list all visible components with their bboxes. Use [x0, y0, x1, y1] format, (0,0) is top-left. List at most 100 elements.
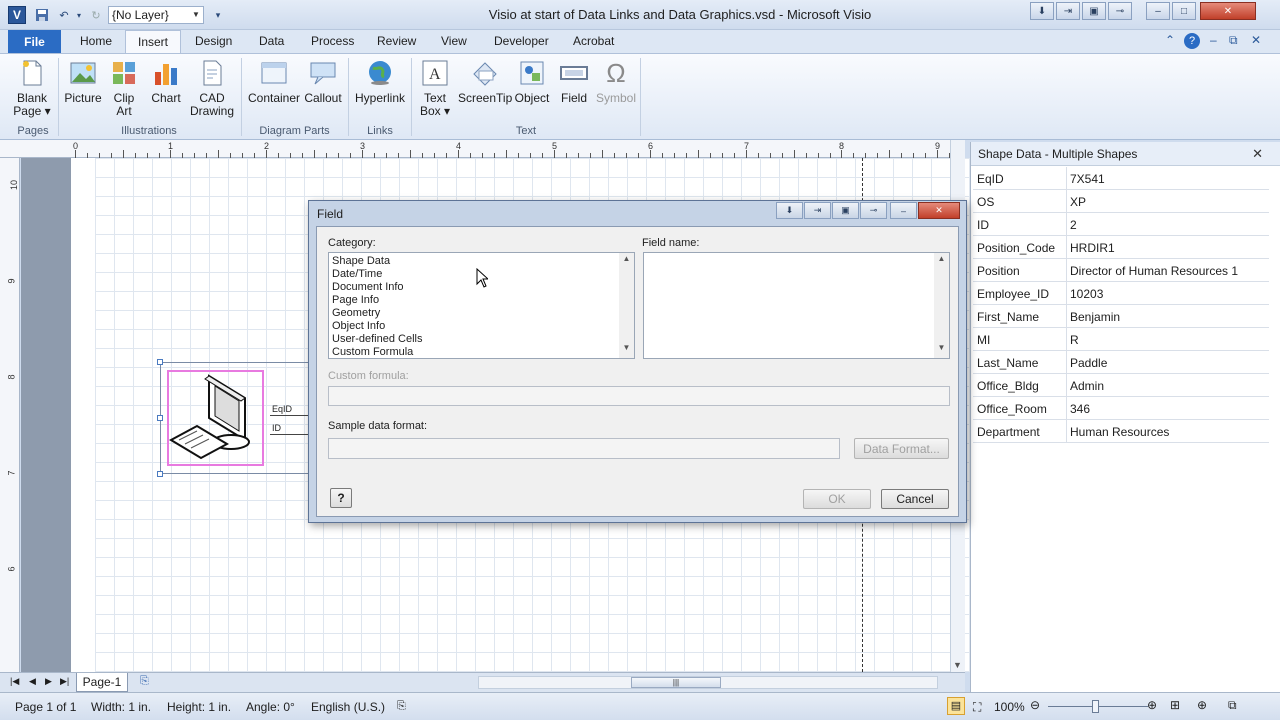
data-format-button[interactable]: Data Format...	[854, 438, 949, 459]
hyperlink-button[interactable]: Hyperlink	[352, 58, 408, 105]
callout-button[interactable]: Callout	[303, 58, 343, 105]
zoom-out-icon[interactable]: ⊖	[1030, 698, 1040, 712]
fit-to-window-icon[interactable]: ⊞	[1170, 698, 1180, 712]
redo-icon[interactable]: ↻	[89, 6, 103, 24]
tab-acrobat[interactable]: Acrobat	[573, 34, 614, 48]
shape-data-value[interactable]: 10203	[1070, 287, 1103, 301]
category-item[interactable]: Shape Data	[332, 255, 390, 268]
close-icon[interactable]: ✕	[1252, 146, 1263, 162]
scroll-thumb[interactable]: |||	[631, 677, 721, 688]
shape-data-row[interactable]: Position_Code HRDIR1	[973, 236, 1269, 259]
shape-data-value[interactable]: XP	[1070, 195, 1086, 209]
list-scrollbar[interactable]: ▲ ▼	[619, 253, 634, 358]
full-screen-icon[interactable]: ▣	[832, 202, 859, 219]
scroll-down-icon[interactable]: ▼	[934, 343, 949, 357]
macro-record-icon[interactable]: ⎘	[397, 700, 406, 713]
shape-data-row[interactable]: Office_Bldg Admin	[973, 374, 1269, 397]
view-mode-icon[interactable]: ⛶	[973, 700, 981, 715]
zoom-in-icon[interactable]: ⊕	[1147, 698, 1157, 712]
resize-handle[interactable]	[157, 415, 163, 421]
prev-page-icon[interactable]: ◀	[29, 676, 36, 687]
window-switch-icon[interactable]: ⇥	[1056, 2, 1080, 20]
visio-app-icon[interactable]: V	[8, 6, 26, 24]
tab-file[interactable]: File	[8, 30, 61, 53]
tab-insert[interactable]: Insert	[125, 30, 182, 54]
zoom-slider-thumb[interactable]	[1092, 700, 1099, 713]
window-switch-icon[interactable]: ⇥	[804, 202, 831, 219]
layer-dropdown[interactable]: {No Layer} ▼	[108, 6, 204, 24]
tab-data[interactable]: Data	[259, 34, 284, 48]
scroll-down-icon[interactable]: ▼	[619, 343, 634, 357]
pan-zoom-icon[interactable]: ⊕	[1197, 698, 1207, 712]
shape-data-value[interactable]: Admin	[1070, 379, 1104, 393]
doc-restore-icon[interactable]: ⧉	[1229, 33, 1238, 48]
shape-data-value[interactable]: 7X541	[1070, 172, 1105, 186]
shape-data-value[interactable]: Benjamin	[1070, 310, 1120, 324]
shape-data-row[interactable]: First_Name Benjamin	[973, 305, 1269, 328]
shape-data-value[interactable]: HRDIR1	[1070, 241, 1115, 255]
ribbon-min-icon[interactable]: ⬇	[776, 202, 803, 219]
minimize-button[interactable]: –	[1146, 2, 1170, 20]
category-item[interactable]: Page Info	[332, 294, 379, 307]
doc-close-icon[interactable]: ✕	[1251, 33, 1261, 47]
shape-data-row[interactable]: Last_Name Paddle	[973, 351, 1269, 374]
field-name-list[interactable]: ▲ ▼	[643, 252, 950, 359]
ribbon-min-icon[interactable]: ⬇	[1030, 2, 1054, 20]
picture-button[interactable]: Picture	[62, 58, 104, 105]
full-screen-icon[interactable]: ▣	[1082, 2, 1106, 20]
screentip-button[interactable]: ScreenTip	[458, 58, 512, 105]
ok-button[interactable]: OK	[803, 489, 871, 509]
tab-home[interactable]: Home	[80, 34, 112, 48]
presentation-mode-icon[interactable]: ▤	[947, 697, 965, 715]
status-angle[interactable]: Angle: 0°	[246, 700, 295, 714]
shape-data-row[interactable]: MI R	[973, 328, 1269, 351]
doc-minimize-icon[interactable]: –	[1210, 33, 1217, 47]
shape-data-row[interactable]: Employee_ID 10203	[973, 282, 1269, 305]
pin-icon[interactable]: ⊸	[860, 202, 887, 219]
undo-dropdown-icon[interactable]: ▾	[74, 6, 84, 24]
shape-data-row[interactable]: Office_Room 346	[973, 397, 1269, 420]
close-button[interactable]: ✕	[1200, 2, 1256, 20]
category-item[interactable]: Custom Formula	[332, 346, 413, 359]
undo-icon[interactable]: ↶	[56, 6, 72, 24]
status-language[interactable]: English (U.S.)	[311, 700, 385, 714]
pin-icon[interactable]: ⊸	[1108, 2, 1132, 20]
maximize-button[interactable]: □	[1172, 2, 1196, 20]
status-height[interactable]: Height: 1 in.	[167, 700, 231, 714]
object-button[interactable]: Object	[513, 58, 551, 105]
dialog-close-button[interactable]: ✕	[918, 202, 960, 219]
field-button[interactable]: Field	[556, 58, 592, 105]
tab-view[interactable]: View	[441, 34, 467, 48]
tab-design[interactable]: Design	[195, 34, 232, 48]
cad-drawing-button[interactable]: CAD Drawing	[188, 58, 236, 118]
shape-data-value[interactable]: Director of Human Resources 1	[1070, 264, 1238, 278]
collapse-ribbon-icon[interactable]: ⌃	[1165, 33, 1175, 47]
status-width[interactable]: Width: 1 in.	[91, 700, 151, 714]
category-item[interactable]: User-defined Cells	[332, 333, 422, 346]
scroll-up-icon[interactable]: ▲	[934, 254, 949, 268]
customize-toolbar-icon[interactable]: ▾	[212, 6, 224, 24]
cancel-button[interactable]: Cancel	[881, 489, 949, 509]
shape-data-value[interactable]: 2	[1070, 218, 1077, 232]
shape-data-row[interactable]: Position Director of Human Resources 1	[973, 259, 1269, 282]
first-page-icon[interactable]: |◀	[10, 676, 19, 687]
shape-data-value[interactable]: Human Resources	[1070, 425, 1169, 439]
category-item[interactable]: Document Info	[332, 281, 404, 294]
container-button[interactable]: Container	[246, 58, 302, 105]
category-item[interactable]: Geometry	[332, 307, 380, 320]
shape-data-row[interactable]: ID 2	[973, 213, 1269, 236]
shape-data-row[interactable]: EqID 7X541	[973, 167, 1269, 190]
shape-data-value[interactable]: Paddle	[1070, 356, 1107, 370]
shape-data-row[interactable]: OS XP	[973, 190, 1269, 213]
status-page[interactable]: Page 1 of 1	[15, 700, 76, 714]
shape-data-value[interactable]: R	[1070, 333, 1079, 347]
list-scrollbar[interactable]: ▲ ▼	[934, 253, 949, 358]
scroll-up-icon[interactable]: ▲	[619, 254, 634, 268]
chart-button[interactable]: Chart	[147, 58, 185, 105]
blank-page-button[interactable]: Blank Page ▾	[12, 58, 52, 118]
tab-process[interactable]: Process	[311, 34, 354, 48]
pc-shape[interactable]	[167, 370, 264, 466]
tab-page-1[interactable]: Page-1	[76, 673, 128, 692]
resize-handle[interactable]	[157, 471, 163, 477]
resize-handle[interactable]	[157, 359, 163, 365]
